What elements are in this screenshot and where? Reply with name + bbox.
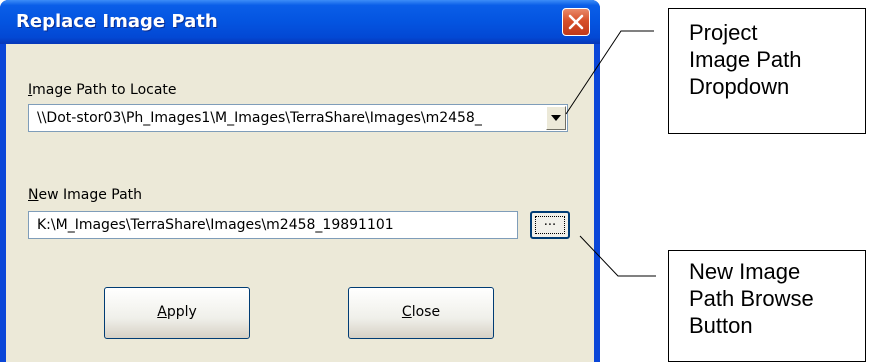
dropdown-callout-box: Project Image Path Dropdown bbox=[668, 8, 866, 134]
dropdown-callout-line-1: Project bbox=[689, 20, 758, 45]
browse-callout-box: New Image Path Browse Button bbox=[668, 250, 866, 362]
dropdown-callout-line-2: Image Path bbox=[689, 47, 802, 72]
browse-callout-line bbox=[579, 235, 656, 277]
dropdown-callout-line bbox=[565, 30, 654, 115]
browse-callout-line-2: Path Browse bbox=[689, 286, 814, 311]
browse-callout-line-3: Button bbox=[689, 313, 753, 338]
browse-callout-line-1: New Image bbox=[689, 259, 801, 284]
dropdown-callout-line-3: Dropdown bbox=[689, 74, 790, 99]
